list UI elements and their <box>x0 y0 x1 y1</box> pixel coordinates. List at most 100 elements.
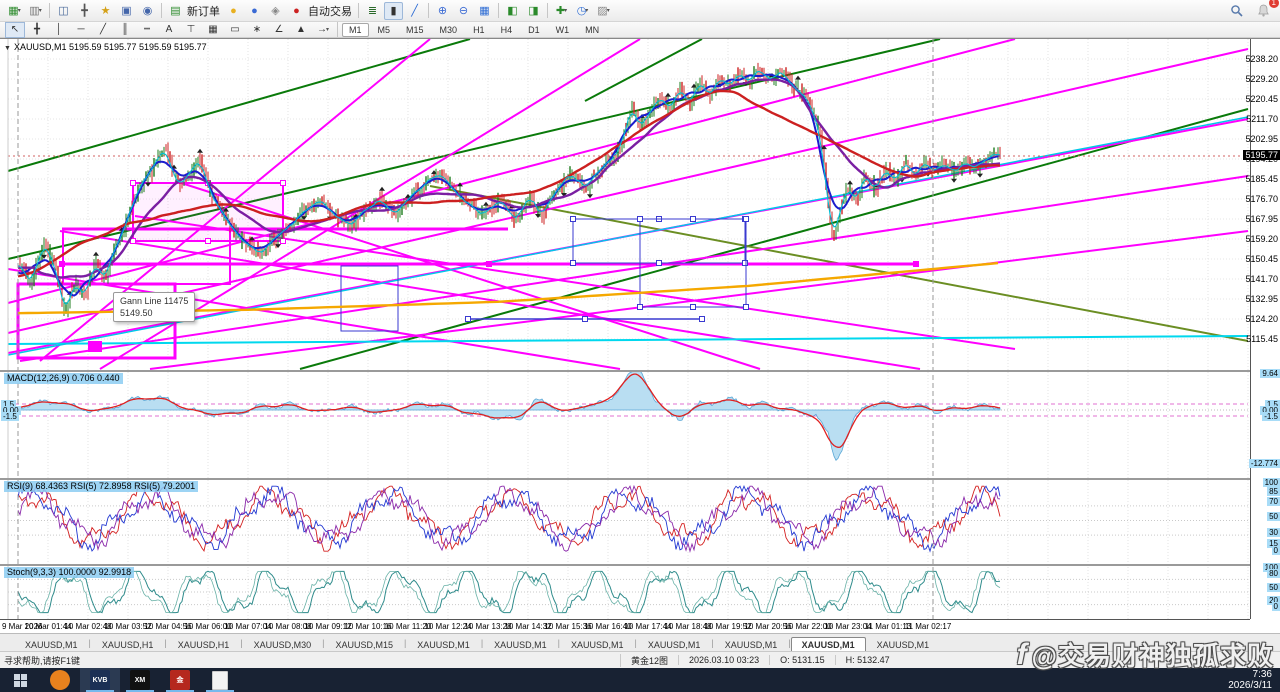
trendline-tool[interactable]: ╱ <box>93 22 113 38</box>
chart-tab[interactable]: XAUUSD,M15 <box>324 637 404 652</box>
label-tool[interactable]: ⊤ <box>181 22 201 38</box>
community-icon[interactable]: ● <box>245 2 264 20</box>
timeframe-m5[interactable]: M5 <box>371 23 398 37</box>
new-order-icon[interactable]: ▤ <box>166 2 185 20</box>
current-price-label: 5195.77 <box>1243 150 1280 160</box>
kvb-app-icon-tile: KVB <box>90 670 110 690</box>
autotrading-icon-label[interactable]: 自动交易 <box>308 3 352 19</box>
search-icon[interactable] <box>1227 2 1246 20</box>
chart-tab[interactable]: XAUUSD,M30 <box>243 637 323 652</box>
text-tool[interactable]: A <box>159 22 179 38</box>
chart-tab[interactable]: XAUUSD,H1 <box>167 637 241 652</box>
kvb-app-icon[interactable]: KVB <box>80 668 120 692</box>
deposit-icon-glyph: ● <box>230 4 237 17</box>
profiles-icon[interactable]: ▥ ▾ <box>26 2 45 20</box>
strategy-tester-icon[interactable]: ◉ <box>138 2 157 20</box>
price-tick: 5229.20 <box>1245 74 1278 84</box>
periods-icon[interactable]: ◷ ▾ <box>573 2 592 20</box>
autotrading-icon-glyph: ● <box>293 4 300 17</box>
chart-tab[interactable]: XAUUSD,M1 <box>714 637 789 652</box>
crosshair-tool[interactable]: ╋ <box>27 22 47 38</box>
chart-tab[interactable]: XAUUSD,M1 <box>483 637 558 652</box>
favorites-icon[interactable]: ★ <box>96 2 115 20</box>
grid-tool[interactable]: ▦ <box>203 22 223 38</box>
stoch-label[interactable]: Stoch(9,3,3) 100.0000 92.9918 <box>4 567 135 578</box>
rsi-label[interactable]: RSI(9) 68.4363 RSI(5) 72.8958 RSI(5) 79.… <box>4 481 199 492</box>
chart-tab[interactable]: XAUUSD,M1 <box>790 637 866 652</box>
macd-left-axis-label: -1.5 <box>1 412 19 421</box>
dropdown-caret-icon: ▾ <box>38 7 42 14</box>
templates-icon[interactable]: ▨ ▾ <box>594 2 613 20</box>
bar-chart-icon-glyph: ≣ <box>367 4 378 17</box>
macd-label[interactable]: MACD(12,26,9) 0.706 0.440 <box>4 373 123 384</box>
zoom-out-icon[interactable]: ⊖ <box>454 2 473 20</box>
vertical-line-tool[interactable]: │ <box>49 22 69 38</box>
taskbar-clock[interactable]: 7:36 2026/3/11 <box>1228 669 1280 691</box>
arrow-tool[interactable]: ▲ <box>291 22 311 38</box>
fibonacci-tool[interactable]: ┅ <box>137 22 157 38</box>
time-axis[interactable]: 9 Mar 2026 10 Mar 01:44 10 Mar 02:48 10 Mar… <box>0 619 1250 634</box>
toolbar-drawing: ↖ ╋ │ ─ ╱ ║ ┅ A ⊤ ▦ ▭ ∗ ∠ ▲ → ▾ M1 M5 M15 M30 H1 H4 D1 W1 MN <box>0 21 1280 38</box>
more-arrows-tool[interactable]: → ▾ <box>313 22 333 38</box>
notification-badge: 1 <box>1268 0 1279 8</box>
status-item: H: 5132.47 <box>834 655 900 665</box>
start-button[interactable] <box>0 668 40 692</box>
horizontal-line-tool[interactable]: ─ <box>71 22 91 38</box>
new-order-icon-label[interactable]: 新订单 <box>187 3 220 19</box>
browser-app-icon[interactable] <box>40 668 80 692</box>
collapse-indicator-icon[interactable]: ▼ <box>4 45 11 52</box>
chart-tab[interactable]: XAUUSD,M1 <box>637 637 712 652</box>
chart-canvas[interactable] <box>0 39 1250 619</box>
timeframe-d1[interactable]: D1 <box>521 23 547 37</box>
price-axis[interactable]: 5238.205229.205220.455211.705202.955194.… <box>1243 39 1280 619</box>
timeframe-h4[interactable]: H4 <box>494 23 520 37</box>
toolbar-separator <box>428 3 429 18</box>
red-app-icon-tile: 金 <box>170 670 190 690</box>
dropdown-caret-icon: ▾ <box>585 7 589 14</box>
xm-app-icon-tile: XM <box>130 670 150 690</box>
indicators-icon[interactable]: ✚ ▾ <box>552 2 571 20</box>
timeframe-m15[interactable]: M15 <box>399 23 431 37</box>
data-window-icon[interactable]: ▣ <box>117 2 136 20</box>
notepad-app-icon[interactable] <box>200 668 240 692</box>
bar-chart-icon[interactable]: ≣ <box>363 2 382 20</box>
arrange-left-icon[interactable]: ◧ <box>503 2 522 20</box>
channel-tool[interactable]: ║ <box>115 22 135 38</box>
chart-tab[interactable]: XAUUSD,H1 <box>91 637 165 652</box>
chart-tab[interactable]: XAUUSD,M1 <box>866 637 941 652</box>
chart-tab[interactable]: XAUUSD,M1 <box>406 637 481 652</box>
chart-shift-icon[interactable]: ◫ <box>54 2 73 20</box>
xm-app-icon[interactable]: XM <box>120 668 160 692</box>
crosshair-mode-icon-glyph: ╋ <box>81 4 88 17</box>
signal-icon[interactable]: ◈ <box>266 2 285 20</box>
new-chart-icon[interactable]: ▦ ▾ <box>5 2 24 20</box>
chart-tab[interactable]: XAUUSD,M1 <box>560 637 635 652</box>
timeframe-m30[interactable]: M30 <box>433 23 465 37</box>
pane-separator-macd[interactable] <box>0 370 1250 372</box>
chart-tab[interactable]: XAUUSD,M1 <box>14 637 89 652</box>
rsi-line-2 <box>17 484 1001 553</box>
shapes-tool[interactable]: ∗ <box>247 22 267 38</box>
gann-tool[interactable]: ∠ <box>269 22 289 38</box>
candlestick-icon[interactable]: ▮ <box>384 1 403 20</box>
line-chart-icon[interactable]: ╱ <box>405 2 424 20</box>
timeframe-w1[interactable]: W1 <box>549 23 577 37</box>
pane-separator-rsi[interactable] <box>0 478 1250 480</box>
timeframe-m1[interactable]: M1 <box>342 22 369 37</box>
crosshair-mode-icon[interactable]: ╋ <box>75 2 94 20</box>
zoom-in-icon[interactable]: ⊕ <box>433 2 452 20</box>
toolbar-separator <box>547 3 548 18</box>
cursor-tool[interactable]: ↖ <box>5 21 25 38</box>
pane-separator-stoch[interactable] <box>0 564 1250 566</box>
notifications-icon[interactable]: 1 <box>1254 0 1279 20</box>
autotrading-icon[interactable]: ● <box>287 2 306 20</box>
red-app-icon[interactable]: 金 <box>160 668 200 692</box>
chart-shift-icon-glyph: ◫ <box>58 4 69 17</box>
rectangle-tool[interactable]: ▭ <box>225 22 245 38</box>
timeframe-mn[interactable]: MN <box>578 23 606 37</box>
deposit-icon[interactable]: ● <box>224 2 243 20</box>
signal-icon-glyph: ◈ <box>271 4 280 17</box>
timeframe-h1[interactable]: H1 <box>466 23 492 37</box>
tile-windows-icon[interactable]: ▦ <box>475 2 494 20</box>
arrange-right-icon[interactable]: ◨ <box>524 2 543 20</box>
